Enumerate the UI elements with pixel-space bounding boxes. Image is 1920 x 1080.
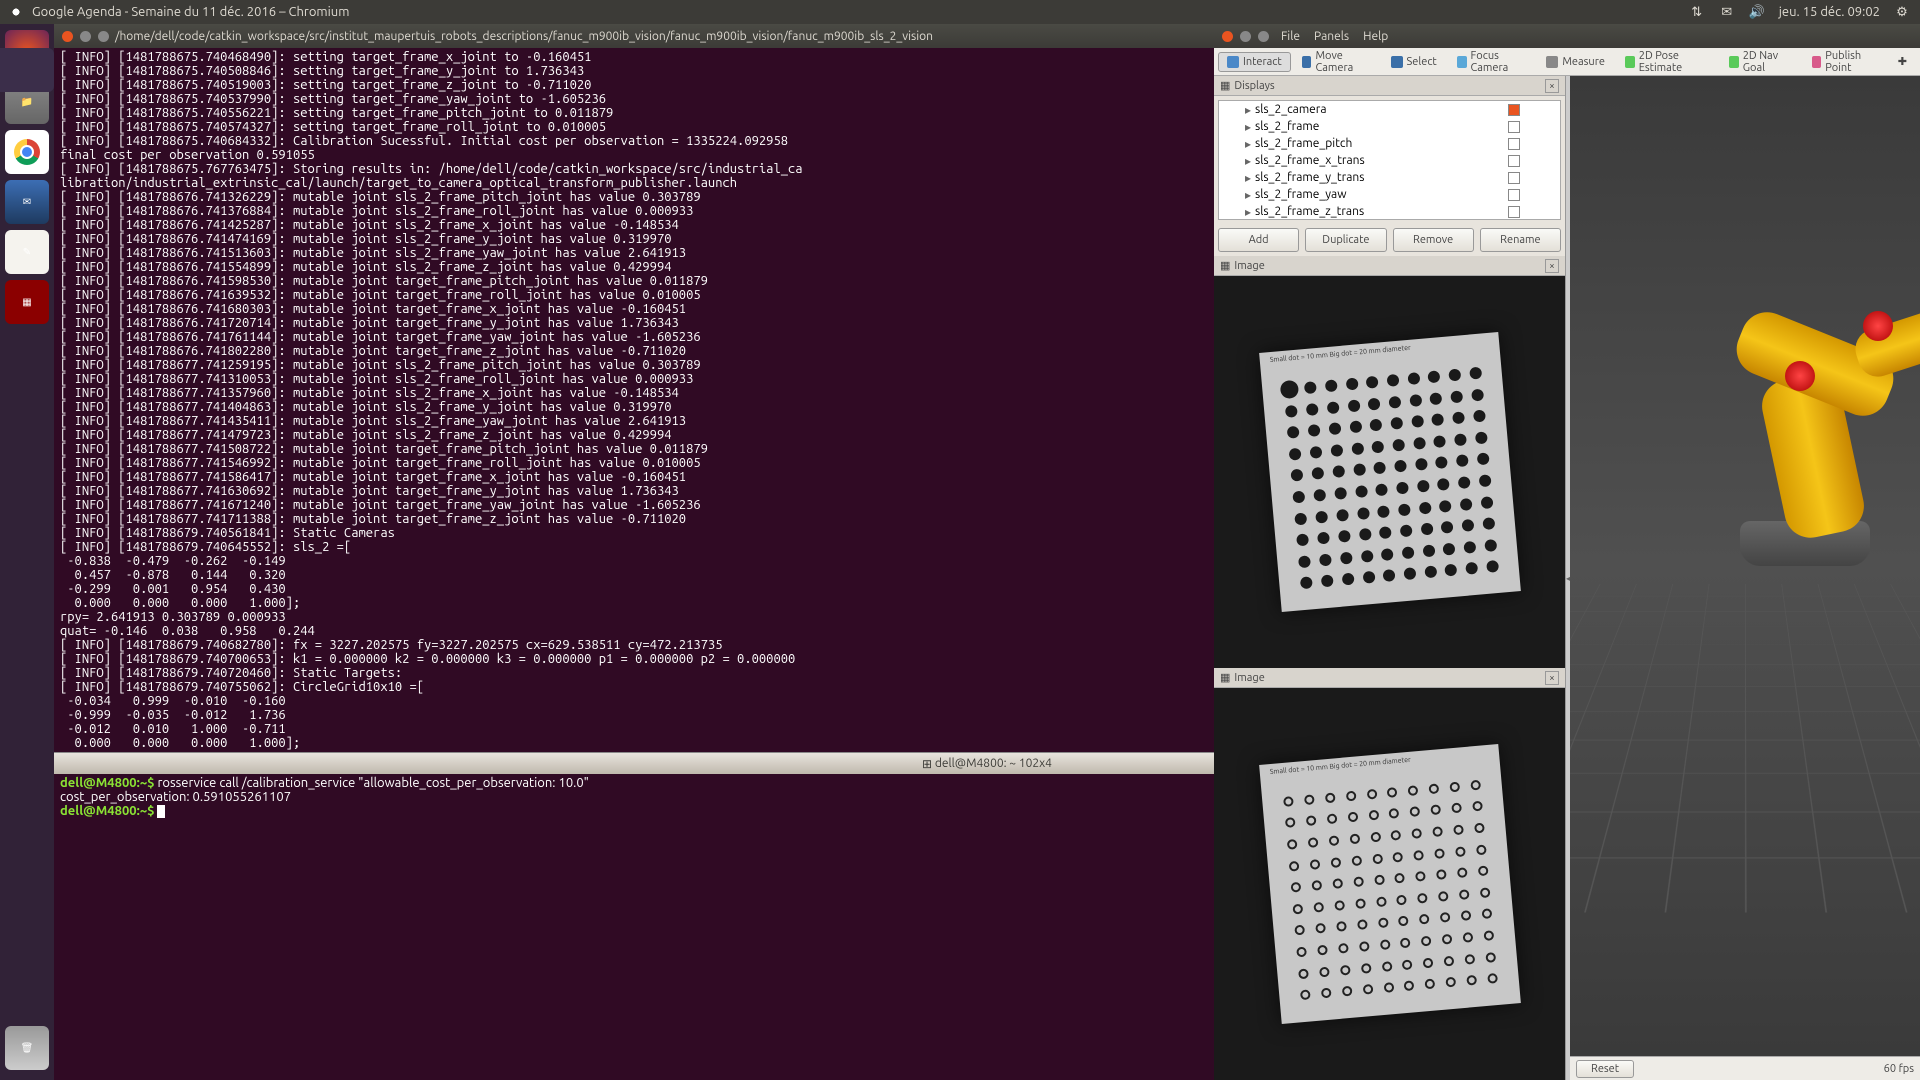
checkbox[interactable] xyxy=(1508,138,1520,150)
checkbox[interactable] xyxy=(1508,189,1520,201)
image-panel-header-1[interactable]: ▦Image × xyxy=(1214,256,1565,276)
tool-icon xyxy=(1546,56,1558,68)
checkbox[interactable] xyxy=(1508,206,1520,218)
launcher-app-red[interactable]: ▦ xyxy=(5,280,49,324)
close-icon[interactable] xyxy=(62,31,73,42)
maximize-icon[interactable] xyxy=(1258,31,1269,42)
tool-move-camera[interactable]: Move Camera xyxy=(1293,46,1380,78)
tool-icon xyxy=(1302,56,1312,68)
tree-item[interactable]: ▸sls_2_frame_x_trans xyxy=(1219,152,1560,169)
tree-item[interactable]: ▸sls_2_frame_pitch xyxy=(1219,135,1560,152)
rviz-left-dock: ▦Displays × ▸sls_2_camera▸sls_2_frame▸sl… xyxy=(1214,76,1566,1080)
panel-close-icon[interactable]: × xyxy=(1545,79,1559,93)
rviz-3d-view[interactable] xyxy=(1570,76,1920,1056)
launcher-thunderbird[interactable]: ✉ xyxy=(5,180,49,224)
tool-2d-pose-estimate[interactable]: 2D Pose Estimate xyxy=(1616,46,1718,78)
grid-floor xyxy=(1570,584,1920,913)
clock[interactable]: jeu. 15 déc. 09:02 xyxy=(1779,5,1880,19)
rviz-statusbar: Reset 60 fps xyxy=(1570,1056,1920,1080)
ubuntu-topbar: Google Agenda - Semaine du 11 déc. 2016 … xyxy=(0,0,1920,24)
launcher-trash[interactable]: 🗑 xyxy=(5,1026,49,1070)
panel-close-icon[interactable]: × xyxy=(1545,259,1559,273)
minimize-icon[interactable] xyxy=(80,31,91,42)
checkbox[interactable] xyxy=(1508,104,1520,116)
mail-icon[interactable]: ✉ xyxy=(1719,4,1735,20)
tree-item[interactable]: ▸sls_2_frame_z_trans xyxy=(1219,203,1560,220)
tree-item[interactable]: ▸sls_2_frame_yaw xyxy=(1219,186,1560,203)
launcher-text-editor[interactable]: ✎ xyxy=(5,230,49,274)
tool-add[interactable]: ✚ xyxy=(1889,51,1916,72)
add-button[interactable]: Add xyxy=(1218,228,1299,252)
sound-icon[interactable]: 🔊 xyxy=(1749,4,1765,20)
image-panel-header-2[interactable]: ▦Image × xyxy=(1214,668,1565,688)
menu-help[interactable]: Help xyxy=(1363,30,1388,43)
duplicate-button[interactable]: Duplicate xyxy=(1305,228,1386,252)
rename-button[interactable]: Rename xyxy=(1480,228,1561,252)
unity-launcher: 📁 ✉ ✎ ▦ RViz 🗑 xyxy=(0,24,54,1080)
reset-button[interactable]: Reset xyxy=(1576,1060,1634,1078)
tree-item[interactable]: ▸sls_2_frame xyxy=(1219,118,1560,135)
network-icon[interactable]: ⇅ xyxy=(1689,4,1705,20)
tool-publish-point[interactable]: Publish Point xyxy=(1803,46,1887,78)
tool-interact[interactable]: Interact xyxy=(1218,52,1291,72)
displays-panel-header[interactable]: ▦Displays × xyxy=(1214,76,1565,96)
menu-panels[interactable]: Panels xyxy=(1314,30,1349,43)
tool-icon xyxy=(1391,56,1403,68)
checkbox[interactable] xyxy=(1508,155,1520,167)
menu-file[interactable]: File xyxy=(1281,30,1300,43)
tool-icon xyxy=(1729,56,1739,68)
rviz-window: File Panels Help InteractMove CameraSelect… xyxy=(1214,24,1920,1080)
tool-icon xyxy=(1457,56,1467,68)
terminal-title: /home/dell/code/catkin_workspace/src/ins… xyxy=(115,30,933,43)
tool-focus-camera[interactable]: Focus Camera xyxy=(1448,46,1536,78)
tree-item[interactable]: ▸sls_2_frame_y_trans xyxy=(1219,169,1560,186)
tool-icon xyxy=(1227,56,1239,68)
tool-measure[interactable]: Measure xyxy=(1537,52,1614,72)
minimize-icon[interactable] xyxy=(1240,31,1251,42)
tool-icon xyxy=(1625,56,1635,68)
tool-2d-nav-goal[interactable]: 2D Nav Goal xyxy=(1720,46,1801,78)
gear-icon[interactable]: ⚙ xyxy=(1894,4,1910,20)
remove-button[interactable]: Remove xyxy=(1393,228,1474,252)
displays-tree[interactable]: ▸sls_2_camera▸sls_2_frame▸sls_2_frame_pi… xyxy=(1218,100,1561,220)
image-view-2[interactable]: Small dot = 10 mm Big dot = 20 mm diamet… xyxy=(1214,688,1565,1080)
tree-item[interactable]: ▸sls_2_camera xyxy=(1219,101,1560,118)
launcher-rviz[interactable]: RViz xyxy=(0,48,54,92)
panel-close-icon[interactable]: × xyxy=(1545,671,1559,685)
checkbox[interactable] xyxy=(1508,121,1520,133)
rviz-titlebar[interactable]: File Panels Help xyxy=(1214,24,1920,48)
ubuntu-logo-icon xyxy=(8,4,24,20)
image-view-1[interactable]: Small dot = 10 mm Big dot = 20 mm diamet… xyxy=(1214,276,1565,668)
fps-label: 60 fps xyxy=(1884,1063,1914,1075)
window-title: Google Agenda - Semaine du 11 déc. 2016 … xyxy=(32,5,349,19)
checkbox[interactable] xyxy=(1508,172,1520,184)
tool-icon xyxy=(1812,56,1822,68)
launcher-chromium[interactable] xyxy=(5,130,49,174)
tool-select[interactable]: Select xyxy=(1382,52,1446,72)
rviz-toolbar: InteractMove CameraSelectFocus CameraMea… xyxy=(1214,48,1920,76)
close-icon[interactable] xyxy=(1222,31,1233,42)
maximize-icon[interactable] xyxy=(98,31,109,42)
